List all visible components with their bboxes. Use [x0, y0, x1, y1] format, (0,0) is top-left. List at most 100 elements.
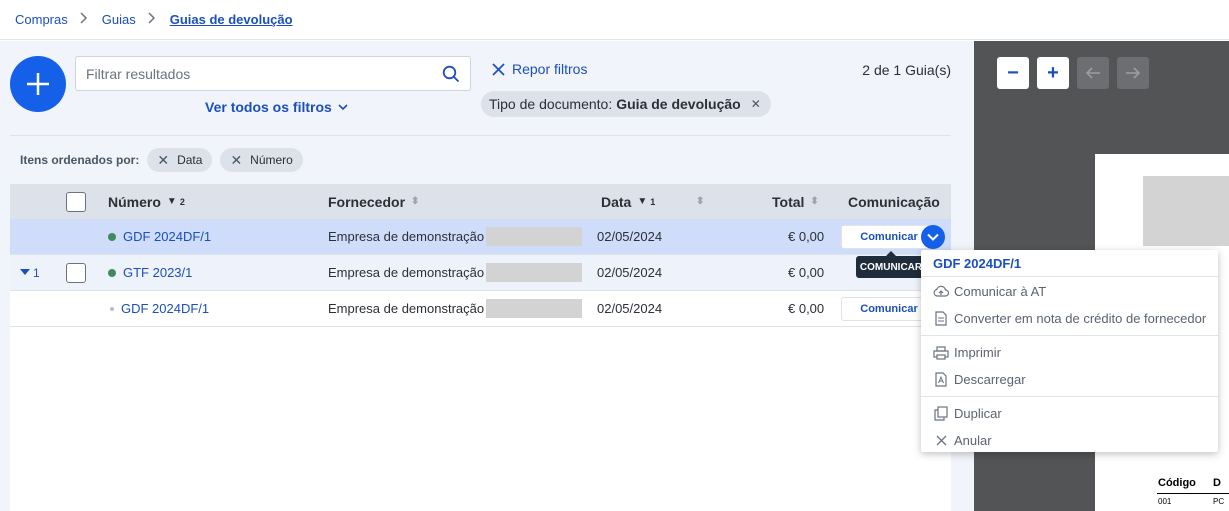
header-total-label: Total — [772, 193, 805, 210]
document-icon — [933, 311, 949, 327]
documents-table: Número ▼ 2 Fornecedor ⬍ Data ▼ 1 ⬍ Total… — [10, 184, 951, 511]
menu-item-label: Anular — [954, 433, 992, 448]
sort-desc-icon: ▼ — [166, 196, 177, 207]
breadcrumb-compras[interactable]: Compras — [15, 12, 68, 27]
menu-item-converter[interactable]: Converter em nota de crédito de forneced… — [921, 305, 1218, 332]
divider — [10, 135, 951, 136]
select-all-checkbox[interactable] — [66, 191, 86, 212]
header-comunicacao-label: Comunicação — [848, 193, 940, 210]
sort-icon: ⬍ — [411, 196, 420, 207]
table-row[interactable]: GDF 2024DF/1 Empresa de demonstração 02/… — [10, 219, 951, 255]
sort-chip-numero[interactable]: ✕ Número — [220, 148, 303, 172]
document-number-link[interactable]: GDF 2024DF/1 — [121, 301, 209, 316]
close-icon: ✕ — [157, 151, 170, 168]
reset-filters-button[interactable]: Repor filtros — [492, 61, 587, 77]
header-numero[interactable]: Número ▼ 2 — [108, 184, 185, 219]
chevron-right-icon — [148, 12, 156, 27]
header-fornecedor[interactable]: Fornecedor ⬍ — [328, 184, 419, 219]
search-input[interactable] — [86, 65, 442, 82]
zoom-in-button[interactable]: + — [1037, 57, 1069, 89]
tooltip: COMUNICAR — [856, 251, 926, 278]
menu-item-anular[interactable]: Anular — [921, 427, 1218, 454]
table-row[interactable]: 1 GTF 2023/1 Empresa de demonstração 02/… — [10, 255, 951, 291]
filter-chip-label: Tipo de documento: — [489, 96, 613, 112]
header-numero-label: Número — [108, 193, 161, 210]
chevron-down-icon — [338, 103, 348, 110]
actions-toggle-button[interactable] — [921, 224, 945, 249]
sort-order: 1 — [650, 196, 656, 207]
cloud-upload-icon — [933, 284, 949, 300]
header-fornecedor-label: Fornecedor — [328, 193, 406, 210]
previous-page-button[interactable] — [1077, 57, 1109, 89]
main-panel: Ver todos os filtros Repor filtros Tipo … — [0, 41, 974, 511]
sort-chip-data[interactable]: ✕ Data — [147, 148, 213, 172]
remove-filter-icon[interactable]: ✕ — [751, 97, 761, 111]
menu-separator — [921, 335, 1218, 336]
row-checkbox[interactable] — [66, 262, 86, 283]
expand-toggle[interactable]: 1 — [20, 266, 40, 280]
menu-item-label: Duplicar — [954, 406, 1002, 421]
breadcrumb: Compras Guias Guias de devolução — [0, 0, 1229, 40]
sort-icon: ⬍ — [810, 196, 819, 207]
document-number-link[interactable]: GTF 2023/1 — [123, 265, 192, 280]
children-count: 1 — [33, 265, 40, 280]
menu-item-imprimir[interactable]: Imprimir — [921, 339, 1218, 366]
search-icon[interactable] — [442, 65, 460, 83]
arrow-right-icon — [1126, 67, 1141, 79]
page-column-header: D — [1213, 477, 1221, 489]
table-header: Número ▼ 2 Fornecedor ⬍ Data ▼ 1 ⬍ Total… — [10, 184, 951, 219]
chevron-right-icon — [80, 12, 88, 27]
plus-icon — [27, 73, 49, 95]
table-row[interactable]: GDF 2024DF/1 Empresa de demonstração 02/… — [10, 291, 951, 327]
zoom-out-button[interactable]: − — [997, 57, 1029, 89]
chevron-down-icon — [927, 233, 939, 241]
redacted-block — [486, 263, 583, 282]
supplier-name: Empresa de demonstração — [328, 301, 485, 316]
document-total: € 0,00 — [788, 265, 825, 280]
header-total[interactable]: Total ⬍ — [772, 184, 819, 219]
close-icon — [492, 62, 505, 76]
menu-separator — [921, 396, 1218, 397]
supplier-name: Empresa de demonstração — [328, 229, 485, 244]
menu-item-label: Descarregar — [954, 372, 1026, 387]
document-total: € 0,00 — [788, 301, 825, 316]
document-date: 02/05/2024 — [597, 265, 663, 280]
next-page-button[interactable] — [1117, 57, 1149, 89]
status-dot — [110, 306, 114, 311]
page-cell: 001 — [1158, 497, 1172, 506]
sort-chip-label: Data — [177, 153, 203, 167]
header-data[interactable]: Data ▼ 1 — [601, 184, 655, 219]
pdf-icon — [933, 372, 949, 388]
redacted-block — [486, 227, 583, 246]
menu-item-descarregar[interactable]: Descarregar — [921, 366, 1218, 393]
search-box — [75, 56, 471, 91]
sort-label: Itens ordenados por: — [20, 153, 140, 167]
add-document-button[interactable] — [10, 56, 66, 112]
filter-chip-value: Guia de devolução — [616, 96, 741, 112]
document-total: € 0,00 — [788, 229, 825, 244]
document-date: 02/05/2024 — [597, 229, 663, 244]
status-dot — [108, 268, 116, 277]
reset-filters-label: Repor filtros — [512, 61, 588, 77]
header-data-label: Data — [601, 193, 632, 210]
menu-item-label: Converter em nota de crédito de forneced… — [954, 311, 1207, 326]
menu-item-comunicar-at[interactable]: Comunicar à AT — [921, 278, 1218, 305]
all-filters-button[interactable]: Ver todos os filtros — [205, 99, 348, 115]
document-number-link[interactable]: GDF 2024DF/1 — [123, 229, 211, 244]
sort-icon[interactable]: ⬍ — [690, 184, 704, 219]
page-rule — [1157, 493, 1229, 494]
page-column-header: Código — [1158, 477, 1196, 489]
close-icon — [933, 433, 949, 449]
menu-title: GDF 2024DF/1 — [921, 250, 1218, 277]
copy-icon — [933, 406, 949, 422]
filter-chip-document-type: Tipo de documento: Guia de devolução ✕ — [481, 91, 771, 117]
results-count: 2 de 1 Guia(s) — [862, 62, 951, 78]
breadcrumb-guias[interactable]: Guias — [102, 12, 136, 27]
actions-menu: GDF 2024DF/1 Comunicar à AT Converter em… — [921, 250, 1218, 452]
all-filters-label: Ver todos os filtros — [205, 99, 332, 115]
sort-desc-icon: ▼ — [637, 196, 648, 207]
document-date: 02/05/2024 — [597, 301, 663, 316]
menu-item-duplicar[interactable]: Duplicar — [921, 400, 1218, 427]
breadcrumb-guias-devolucao[interactable]: Guias de devolução — [170, 12, 293, 27]
redacted-block — [486, 299, 583, 318]
